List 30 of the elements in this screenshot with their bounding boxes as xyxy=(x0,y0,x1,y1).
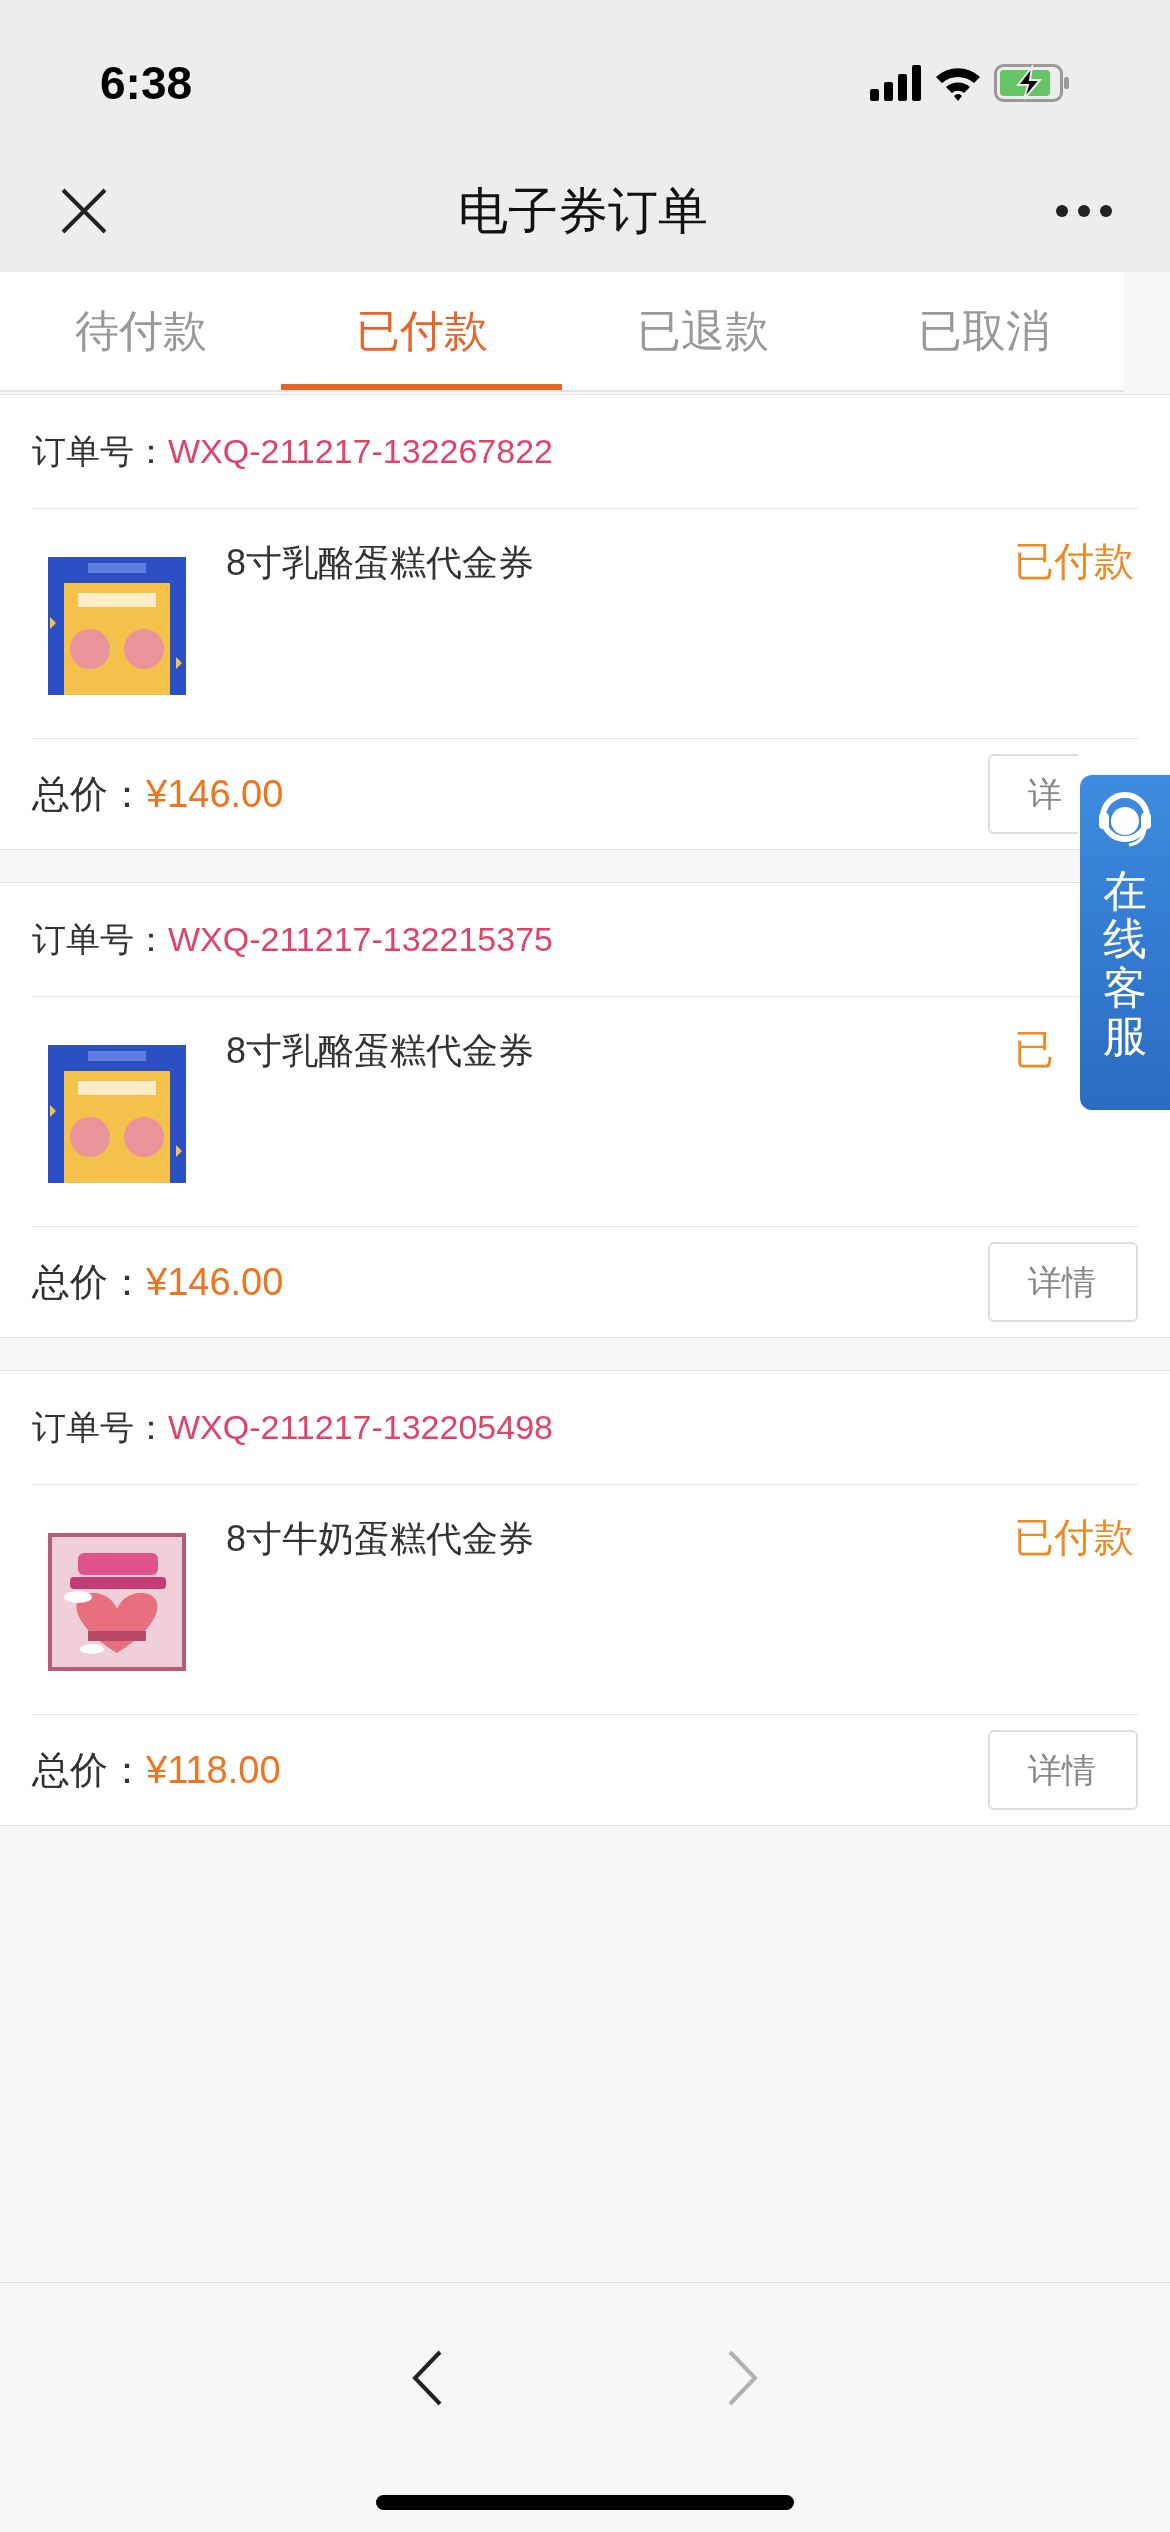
details-button[interactable]: 详 xyxy=(988,754,1078,834)
order-status: 已 xyxy=(1014,1027,1054,1071)
product-name: 8寸乳酪蛋糕代金券 xyxy=(226,541,535,585)
signal-icon xyxy=(870,65,922,101)
details-button[interactable]: 详情 xyxy=(988,1730,1138,1810)
battery-charging-icon xyxy=(994,64,1070,102)
order-status: 已付款 xyxy=(1014,539,1134,583)
total-price: ¥118.00 xyxy=(146,1747,281,1793)
total-label: 总价： xyxy=(32,1747,146,1793)
details-button[interactable]: 详情 xyxy=(988,1242,1138,1322)
order-number: WXQ-211217-132215375 xyxy=(168,919,553,960)
total-label: 总价： xyxy=(32,771,146,817)
order-label: 订单号： xyxy=(32,919,168,960)
order-label: 订单号： xyxy=(32,1407,168,1448)
product-name: 8寸乳酪蛋糕代金券 xyxy=(226,1029,535,1073)
page-title: 电子券订单 xyxy=(457,181,709,241)
order-label: 订单号： xyxy=(32,431,168,472)
order-number: WXQ-211217-132267822 xyxy=(168,431,553,472)
order-number: WXQ-211217-132205498 xyxy=(168,1407,553,1448)
tab[interactable]: 已退款 xyxy=(562,272,843,390)
product-name: 8寸牛奶蛋糕代金券 xyxy=(226,1517,535,1561)
total-price: ¥146.00 xyxy=(146,1259,284,1305)
total-label: 总价： xyxy=(32,1259,146,1305)
tab[interactable]: 已取消 xyxy=(843,272,1124,390)
online-service-button[interactable]: 在线客服 xyxy=(1080,775,1170,1110)
wifi-icon xyxy=(934,65,982,101)
tab[interactable]: 待付款 xyxy=(0,272,281,390)
status-time: 6:38 xyxy=(100,55,193,111)
total-price: ¥146.00 xyxy=(146,771,284,817)
order-status: 已付款 xyxy=(1014,1515,1134,1559)
